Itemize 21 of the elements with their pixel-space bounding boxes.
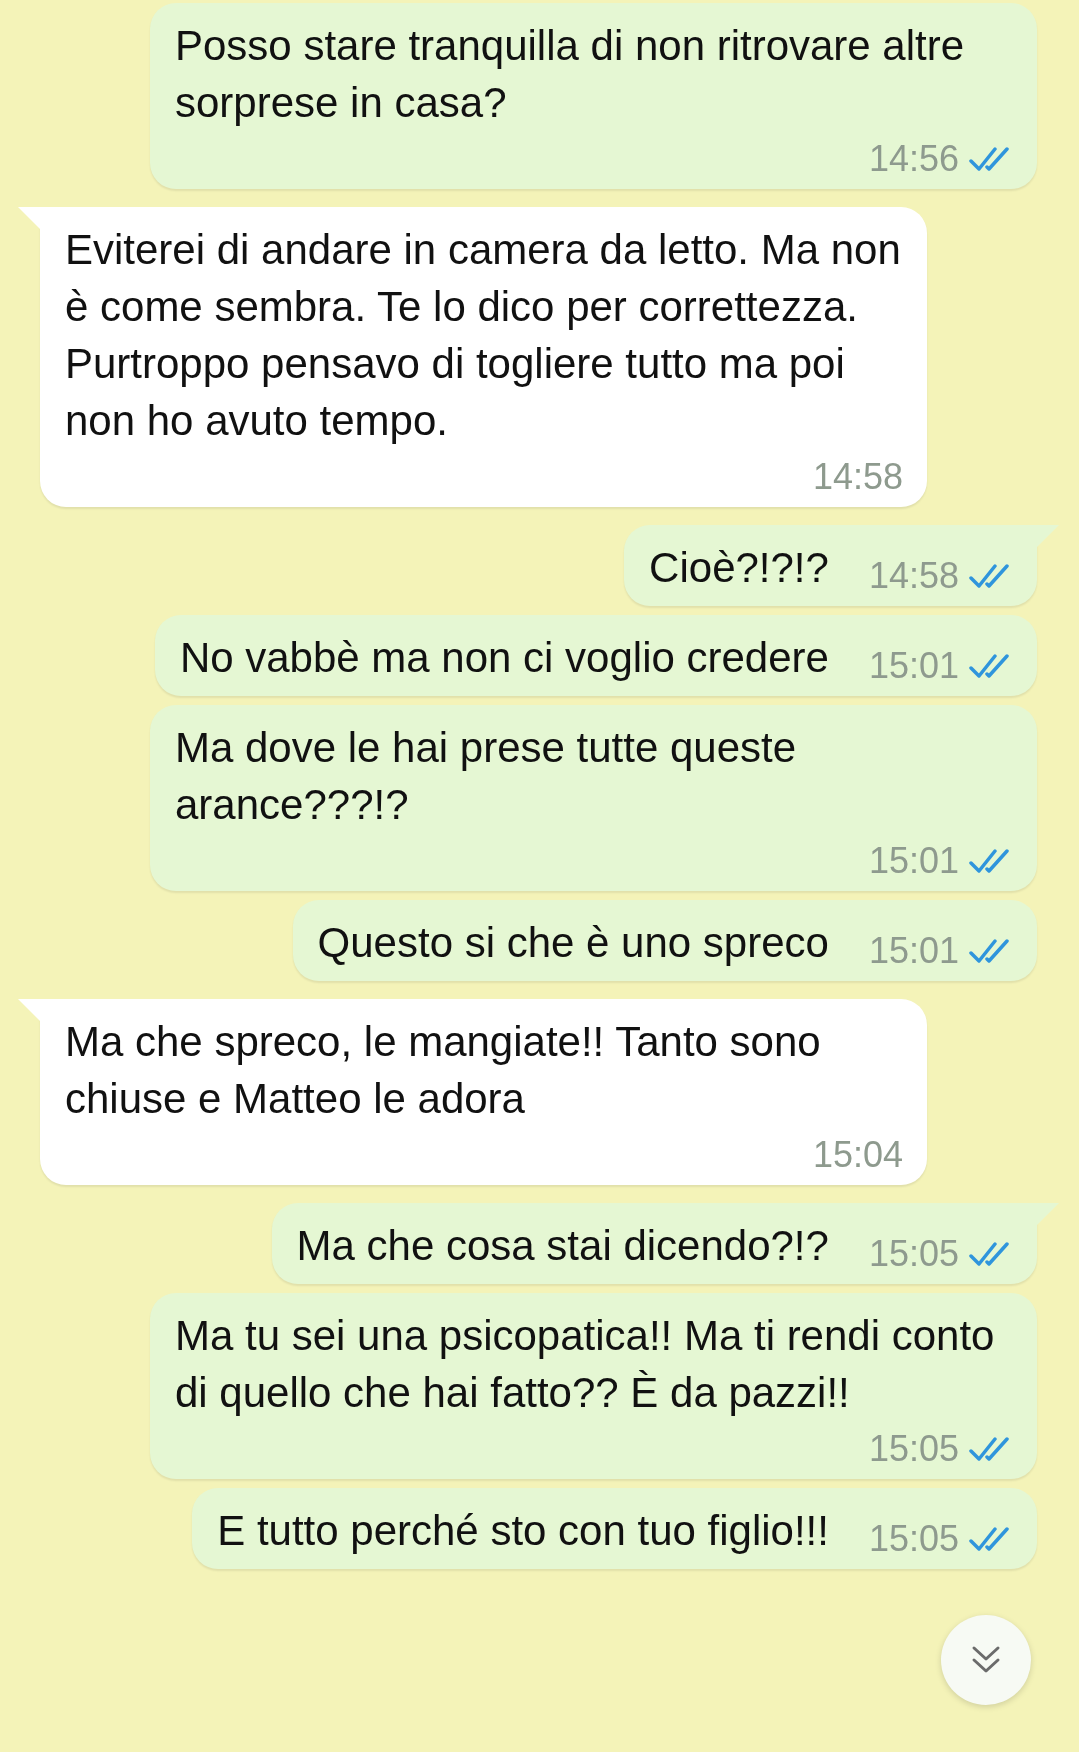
message-time: 15:04 — [812, 1135, 903, 1175]
message-text: Questo si che è uno spreco — [317, 918, 829, 968]
message-text: Ma dove le hai prese tutte queste arance???!? — [175, 723, 798, 830]
message-text: Cioè?!?!? — [649, 543, 829, 593]
message-time: 15:01 — [868, 931, 959, 971]
message-time: 14:58 — [812, 457, 903, 497]
scroll-down-button[interactable] — [941, 1615, 1031, 1705]
message-text: No vabbè ma non ci voglio credere — [179, 633, 829, 683]
message-text: Eviterei di andare in camera da letto. Ma non è come sembra. Te lo dico per correttezza. Purtroppo pensavo di togliere tutto ma poi non ho avuto tempo. — [65, 225, 902, 446]
message-text: Ma che spreco, le mangiate!! Tanto sono chiuse e Matteo le adora — [65, 1017, 822, 1124]
message-time: 15:01 — [868, 841, 959, 881]
message-text: Posso stare tranquilla di non ritrovare altre sorprese in casa? — [175, 21, 966, 128]
message-time: 15:05 — [868, 1429, 959, 1469]
message-time: 14:58 — [868, 556, 959, 596]
message-text: E tutto perché sto con tuo figlio!!! — [217, 1506, 829, 1556]
message-text: Ma tu sei una psicopatica!! Ma ti rendi conto di quello che hai fatto?? È da pazzi!! — [175, 1311, 996, 1418]
message-time: 14:56 — [868, 139, 959, 179]
message-time: 15:05 — [868, 1234, 959, 1274]
message-text: Ma che cosa stai dicendo?!? — [296, 1221, 829, 1271]
message-time: 15:01 — [868, 646, 959, 686]
message-time: 15:05 — [868, 1519, 959, 1559]
